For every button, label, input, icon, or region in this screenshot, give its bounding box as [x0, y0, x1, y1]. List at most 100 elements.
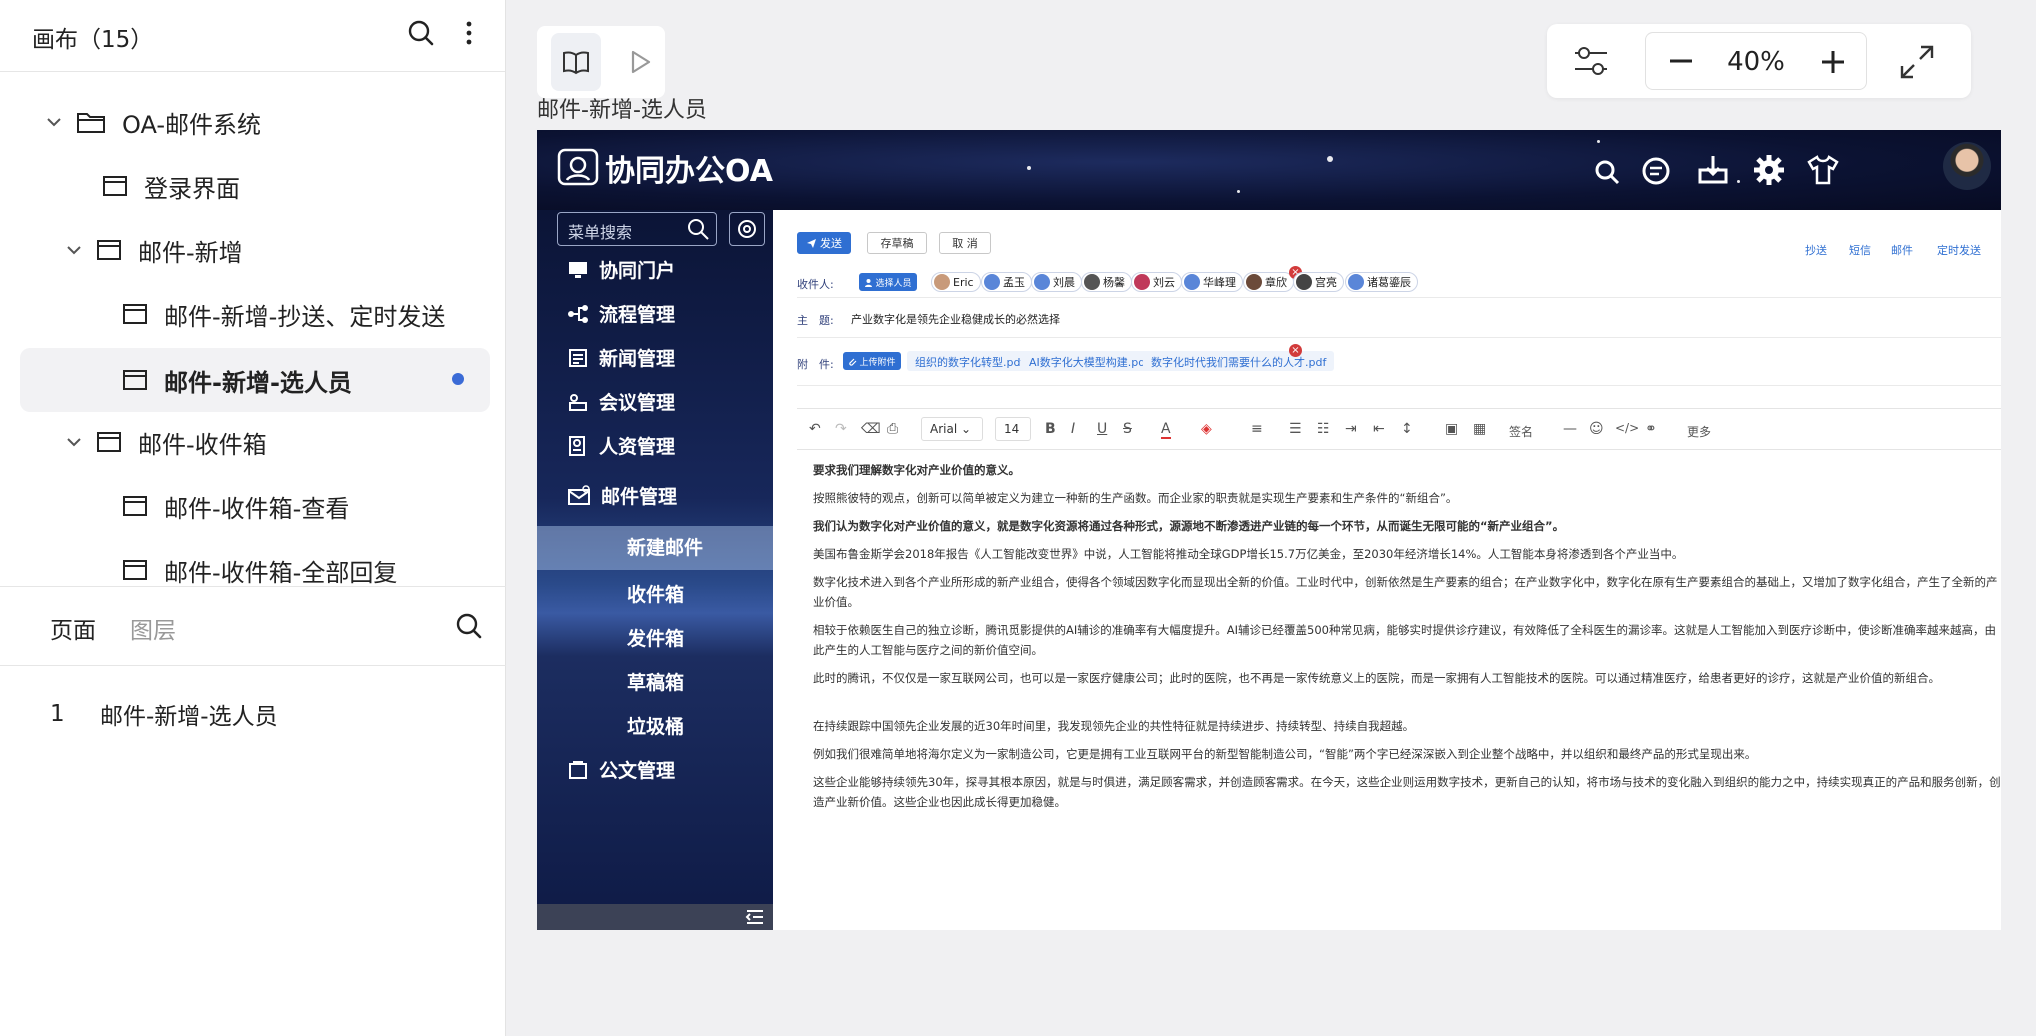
tree-node-oa-mail-system[interactable]: OA-邮件系统 — [44, 92, 261, 152]
menu-settings-icon[interactable] — [729, 212, 765, 246]
font-family-select[interactable]: Arial ⌄ — [921, 417, 983, 441]
submenu-inbox[interactable]: 收件箱 — [627, 580, 684, 607]
menu-item-news[interactable]: 新闻管理 — [567, 344, 675, 371]
chevron-down-icon[interactable] — [64, 437, 84, 447]
link-icon[interactable]: ⚭ — [1645, 421, 1657, 437]
submenu-drafts[interactable]: 草稿箱 — [627, 668, 684, 695]
download-icon[interactable] — [1697, 154, 1729, 186]
upload-attachment-button[interactable]: 上传附件 — [843, 352, 901, 370]
tree-node-login[interactable]: 登录界面 — [102, 156, 240, 216]
tree-node-mail-new-cc[interactable]: 邮件-新增-抄送、定时发送 — [122, 284, 445, 344]
eraser-icon[interactable]: ⌫ — [861, 421, 881, 437]
fullscreen-icon[interactable] — [1899, 44, 1935, 80]
menu-search-input[interactable]: 菜单搜索 — [557, 212, 717, 246]
outdent-icon[interactable]: ⇤ — [1373, 421, 1385, 437]
zoom-out-icon[interactable] — [1668, 51, 1694, 71]
tree-node-mail-new-select-people[interactable]: 邮件-新增-选人员 — [20, 348, 490, 412]
select-people-button[interactable]: 选择人员 — [859, 273, 917, 291]
more-tools-select[interactable]: 更多 — [1687, 423, 1711, 440]
tree-node-inbox[interactable]: 邮件-收件箱 — [64, 412, 267, 472]
more-vertical-icon[interactable] — [454, 18, 484, 48]
zoom-in-icon[interactable] — [1820, 49, 1846, 75]
signature-select[interactable]: 签名 — [1509, 423, 1533, 440]
recipient-chip[interactable]: 华峰理 — [1181, 272, 1243, 292]
menu-item-document[interactable]: 公文管理 — [567, 756, 675, 783]
undo-icon[interactable]: ↶ — [809, 421, 821, 437]
redo-icon[interactable]: ↷ — [835, 421, 847, 437]
horizontal-rule-icon[interactable]: — — [1563, 421, 1577, 437]
recipient-chip[interactable]: 宫亮 — [1293, 272, 1344, 292]
page-icon — [96, 431, 122, 453]
menu-item-meeting[interactable]: 会议管理 — [567, 388, 675, 415]
menu-item-mail[interactable]: 邮件管理 — [567, 482, 677, 509]
tree-label: 邮件-新增 — [138, 238, 243, 267]
canvas-count-title: 画布（15） — [32, 27, 154, 53]
font-color-icon[interactable]: A — [1161, 421, 1171, 439]
menu-item-hr[interactable]: 人资管理 — [567, 432, 675, 459]
sliders-icon[interactable] — [1573, 44, 1609, 78]
message-icon[interactable] — [1641, 156, 1671, 186]
highlight-icon[interactable]: ◈ — [1201, 421, 1212, 437]
recipient-chip[interactable]: 刘云 — [1131, 272, 1182, 292]
menu-item-portal[interactable]: 协同门户 — [567, 256, 675, 283]
recipient-chip[interactable]: 刘晨 — [1031, 272, 1082, 292]
chevron-down-icon[interactable] — [44, 117, 64, 127]
subject-input[interactable]: 产业数字化是领先企业稳健成长的必然选择 — [851, 311, 1060, 327]
avatar[interactable] — [1943, 142, 1991, 190]
cancel-button[interactable]: 取 消 — [939, 232, 991, 254]
font-size-select[interactable]: 14 — [995, 417, 1031, 441]
attachment-file[interactable]: 组织的数字化转型.pdf — [907, 351, 1033, 371]
play-icon[interactable] — [615, 33, 665, 91]
tree-node-inbox-view[interactable]: 邮件-收件箱-查看 — [122, 476, 349, 536]
tree-node-inbox-reply-all[interactable]: 邮件-收件箱-全部回复 — [122, 540, 397, 586]
scheduled-send-link[interactable]: 定时发送 — [1937, 242, 1981, 258]
shirt-icon[interactable] — [1807, 154, 1839, 186]
cc-link[interactable]: 抄送 — [1805, 242, 1827, 258]
search-icon[interactable] — [1593, 158, 1621, 186]
code-icon[interactable]: </> — [1615, 421, 1639, 435]
send-icon — [807, 238, 816, 248]
tab-layers[interactable]: 图层 — [130, 611, 176, 645]
recipient-chip[interactable]: 孟玉 — [981, 272, 1032, 292]
page-icon — [96, 239, 122, 261]
remove-attachment-icon[interactable]: × — [1289, 344, 1302, 357]
recipient-chip[interactable]: 杨馨 — [1081, 272, 1132, 292]
avatar — [1084, 274, 1100, 290]
recipient-chip[interactable]: 章欣 — [1243, 272, 1294, 292]
image-icon[interactable]: ▣ — [1445, 421, 1458, 437]
table-icon[interactable]: ▦ — [1473, 421, 1486, 437]
strikethrough-icon[interactable]: S — [1123, 421, 1132, 437]
search-icon[interactable] — [454, 611, 484, 641]
submenu-trash[interactable]: 垃圾桶 — [627, 712, 684, 739]
search-icon[interactable] — [406, 18, 436, 48]
tab-pages[interactable]: 页面 — [50, 611, 96, 645]
search-icon — [686, 217, 710, 241]
collapse-menu-icon[interactable] — [745, 908, 765, 926]
sms-link[interactable]: 短信 — [1849, 242, 1871, 258]
email-link[interactable]: 邮件 — [1891, 242, 1913, 258]
numbered-list-icon[interactable]: ☷ — [1317, 421, 1330, 437]
save-draft-button[interactable]: 存草稿 — [867, 232, 927, 254]
bold-icon[interactable]: B — [1045, 421, 1056, 437]
print-icon[interactable]: ⎙ — [887, 421, 898, 437]
book-icon[interactable] — [551, 33, 601, 91]
align-icon[interactable]: ≡ — [1251, 421, 1263, 437]
recipient-chip[interactable]: Eric — [931, 272, 981, 292]
gear-icon[interactable] — [1753, 154, 1785, 186]
editor-content[interactable]: 要求我们理解数字化对产业价值的意义。 按照熊彼特的观点，创新可以简单被定义为建立… — [813, 460, 2001, 820]
bullet-list-icon[interactable]: ☰ — [1289, 421, 1302, 437]
recipient-chip[interactable]: 诸葛鎏辰 — [1345, 272, 1418, 292]
attachment-file[interactable]: 数字化时代我们需要什么的人才.pdf — [1143, 351, 1335, 371]
line-height-icon[interactable]: ↕ — [1401, 421, 1413, 437]
menu-item-workflow[interactable]: 流程管理 — [567, 300, 675, 327]
submenu-sent[interactable]: 发件箱 — [627, 624, 684, 651]
attachment-file[interactable]: AI数字化大模型构建.pdf — [1021, 351, 1158, 371]
emoji-icon[interactable]: ☺ — [1589, 421, 1604, 437]
chevron-down-icon[interactable] — [64, 245, 84, 255]
italic-icon[interactable]: I — [1071, 421, 1075, 437]
underline-icon[interactable]: U — [1097, 421, 1107, 437]
indent-icon[interactable]: ⇥ — [1345, 421, 1357, 437]
tree-node-mail-new[interactable]: 邮件-新增 — [64, 220, 243, 280]
submenu-new-mail[interactable]: 新建邮件 — [537, 526, 773, 570]
send-button[interactable]: 发送 — [797, 232, 851, 254]
